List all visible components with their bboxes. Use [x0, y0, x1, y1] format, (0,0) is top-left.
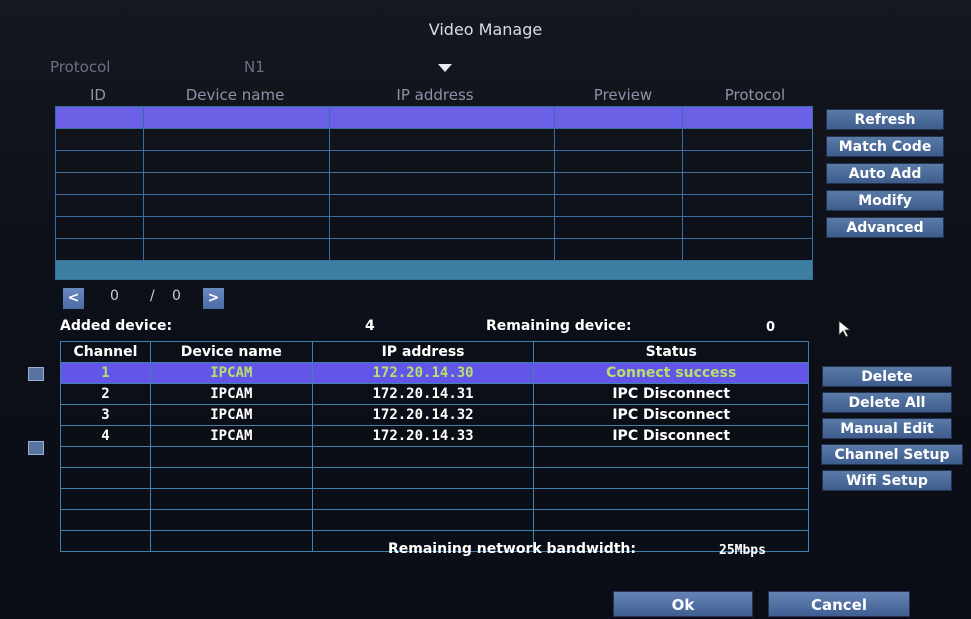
cell-ip: 172.20.14.33	[311, 425, 535, 447]
col-ip-address: IP address	[396, 86, 474, 104]
table-row[interactable]	[55, 150, 813, 173]
table-row[interactable]	[55, 128, 813, 151]
remaining-device-label: Remaining device:	[486, 318, 632, 334]
page-title: Video Manage	[428, 20, 543, 39]
chevron-down-icon[interactable]	[438, 64, 452, 72]
device-table-header: Channel Device name IP address Status	[60, 341, 809, 363]
page-current: 0	[110, 288, 119, 304]
advanced-button[interactable]: Advanced	[826, 217, 944, 238]
cell-status: IPC Disconnect	[533, 404, 809, 426]
cell-ip: 172.20.14.30	[311, 362, 535, 384]
bandwidth-value: 25Mbps	[719, 543, 766, 558]
cell-status: IPC Disconnect	[533, 425, 809, 447]
refresh-button[interactable]: Refresh	[826, 109, 944, 130]
protocol-label: Protocol	[50, 58, 111, 76]
device-table: Channel Device name IP address Status 1 …	[60, 341, 809, 552]
cell-ip: 172.20.14.31	[311, 383, 535, 405]
scroll-up-icon[interactable]	[28, 367, 44, 381]
table-row[interactable]	[55, 172, 813, 195]
added-device-count: 4	[365, 318, 375, 334]
modify-button[interactable]: Modify	[826, 190, 944, 211]
table-row[interactable]: 3 IPCAM 172.20.14.32 IPC Disconnect	[60, 404, 809, 426]
delete-all-button[interactable]: Delete All	[822, 392, 952, 413]
table-row[interactable]: 1 IPCAM 172.20.14.30 Connect success	[60, 362, 809, 384]
bandwidth-label: Remaining network bandwidth:	[388, 541, 637, 557]
table-row[interactable]	[60, 467, 809, 489]
page-total: 0	[172, 288, 181, 304]
cell-status: IPC Disconnect	[533, 383, 809, 405]
added-device-label: Added device:	[60, 318, 173, 334]
cell-device-name: IPCAM	[149, 383, 313, 405]
cell-channel: 1	[60, 362, 151, 384]
search-results-table	[55, 106, 813, 280]
col-device-name: Device name	[185, 86, 285, 104]
protocol-select[interactable]: N1	[244, 58, 265, 76]
table-row[interactable]	[55, 238, 813, 261]
cell-status: Connect success	[533, 362, 809, 384]
auto-add-button[interactable]: Auto Add	[826, 163, 944, 184]
cell-device-name: IPCAM	[149, 362, 313, 384]
col-device-name: Device name	[149, 341, 313, 363]
col-preview: Preview	[593, 86, 653, 104]
scroll-down-icon[interactable]	[28, 441, 44, 455]
page-separator: /	[150, 288, 155, 304]
cell-channel: 4	[60, 425, 151, 447]
table-row[interactable]: 2 IPCAM 172.20.14.31 IPC Disconnect	[60, 383, 809, 405]
cell-channel: 2	[60, 383, 151, 405]
match-code-button[interactable]: Match Code	[826, 136, 944, 157]
cell-ip: 172.20.14.32	[311, 404, 535, 426]
col-protocol: Protocol	[724, 86, 786, 104]
table-row[interactable]	[55, 106, 813, 129]
cell-device-name: IPCAM	[149, 425, 313, 447]
mouse-cursor-icon	[838, 320, 852, 338]
manual-edit-button[interactable]: Manual Edit	[822, 418, 952, 439]
table-row[interactable]	[60, 509, 809, 531]
table-row[interactable]	[60, 488, 809, 510]
video-manage-screen: Video Manage Protocol N1 ID Device name …	[0, 0, 971, 619]
channel-setup-button[interactable]: Channel Setup	[821, 444, 963, 465]
cell-channel: 3	[60, 404, 151, 426]
table-row[interactable]: 4 IPCAM 172.20.14.33 IPC Disconnect	[60, 425, 809, 447]
prev-page-button[interactable]: <	[63, 288, 84, 309]
col-ip-address: IP address	[311, 341, 535, 363]
delete-button[interactable]: Delete	[822, 366, 952, 387]
cell-device-name: IPCAM	[149, 404, 313, 426]
ok-button[interactable]: Ok	[613, 591, 753, 617]
table-row[interactable]	[55, 194, 813, 217]
table-row[interactable]	[60, 446, 809, 468]
table-row[interactable]	[55, 216, 813, 239]
wifi-setup-button[interactable]: Wifi Setup	[822, 470, 952, 491]
cancel-button[interactable]: Cancel	[768, 591, 910, 617]
next-page-button[interactable]: >	[203, 288, 224, 309]
table-scrollbar[interactable]	[55, 260, 813, 280]
col-id: ID	[90, 86, 106, 104]
col-status: Status	[533, 341, 809, 363]
remaining-device-count: 0	[766, 320, 776, 335]
col-channel: Channel	[60, 341, 151, 363]
